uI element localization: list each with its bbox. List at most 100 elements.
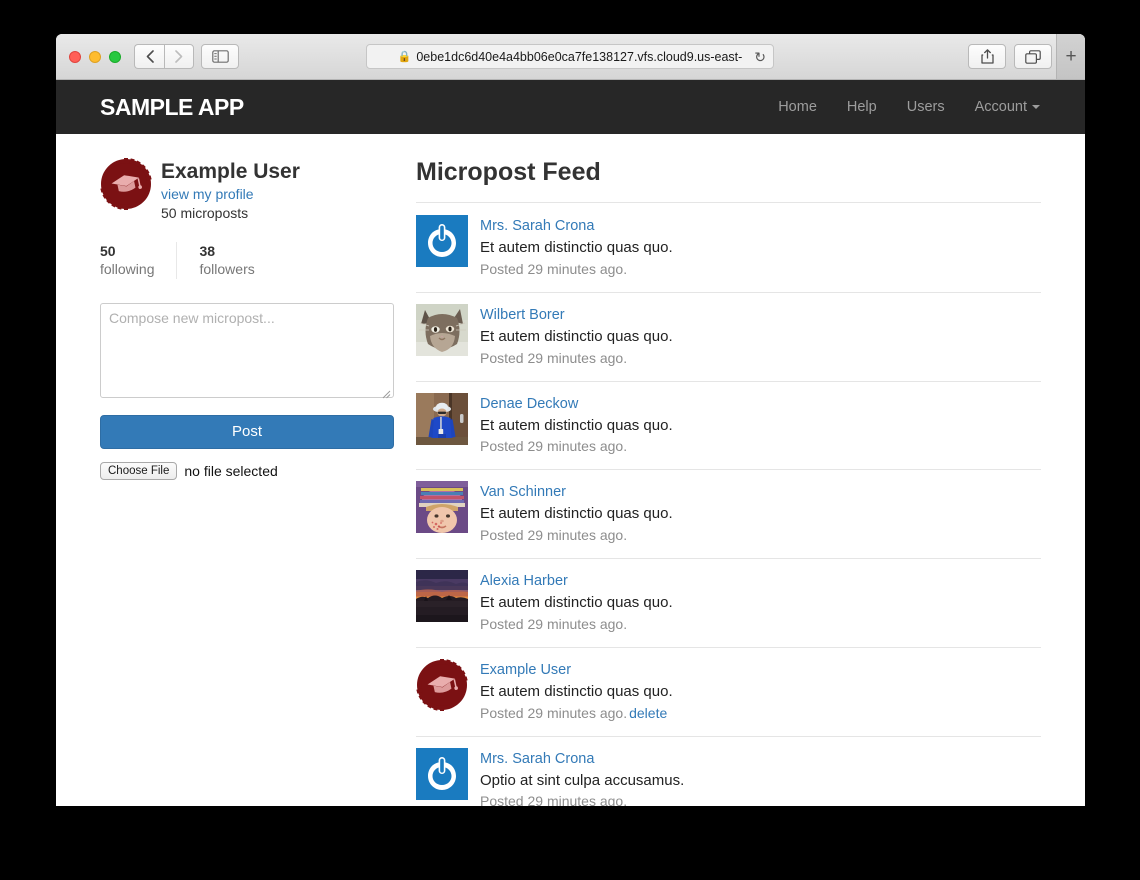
micropost-timestamp: Posted 29 minutes ago.	[480, 260, 628, 277]
chevron-down-icon	[1032, 105, 1040, 110]
page-viewport: SAMPLE APP Home Help Users Account Examp…	[56, 80, 1085, 806]
micropost-meta: Posted 29 minutes ago.	[480, 525, 673, 546]
stat-followers[interactable]: 38 followers	[176, 242, 276, 279]
micropost-item: Mrs. Sarah Crona Et autem distinctio quas…	[416, 202, 1041, 292]
followers-label: followers	[199, 260, 255, 277]
back-button[interactable]	[134, 44, 164, 69]
page-title: Micropost Feed	[416, 158, 601, 186]
maximize-window-button[interactable]	[109, 51, 121, 63]
delete-micropost-link[interactable]: delete	[629, 705, 667, 721]
micropost-meta: Posted 29 minutes ago.	[480, 791, 684, 806]
micropost-content: Optio at sint culpa accusamus.	[480, 771, 685, 789]
reload-button[interactable]: ↻	[754, 49, 766, 66]
micropost-timestamp: Posted 29 minutes ago.	[480, 704, 628, 721]
feed-column: Micropost Feed Mrs. Sarah Crona Et autem …	[395, 158, 1041, 806]
micropost-count: 50 microposts	[161, 205, 249, 222]
choose-file-button[interactable]: Choose File	[100, 461, 178, 480]
followers-count: 38	[199, 243, 216, 260]
close-window-button[interactable]	[69, 51, 81, 63]
micropost-meta: Posted 29 minutes ago.	[480, 614, 673, 635]
person-blue-shirt-photo-icon[interactable]	[416, 393, 468, 445]
micropost-feed-list: Mrs. Sarah Crona Et autem distinctio quas…	[416, 202, 1041, 806]
graduation-cap-gravatar-icon[interactable]	[416, 659, 468, 711]
address-bar[interactable]: 🔒 0ebe1dc6d40e4a4bb06e0ca7fe138127.vfs.c…	[366, 44, 774, 69]
micropost-form: Post Choose File no file selected	[100, 302, 394, 480]
tab-overview-icon	[1025, 49, 1041, 64]
nav-users[interactable]: Users	[907, 99, 945, 115]
view-profile-link[interactable]: view my profile	[161, 184, 300, 204]
micropost-author-link[interactable]: Denae Deckow	[480, 394, 673, 415]
post-button[interactable]: Post	[100, 414, 394, 449]
micropost-timestamp: Posted 29 minutes ago.	[480, 615, 628, 632]
micropost-author-link[interactable]: Example User	[480, 660, 673, 681]
following-label: following	[100, 260, 155, 277]
micropost-meta: Posted 29 minutes ago.	[480, 436, 673, 457]
page-content: Example User view my profile 50 micropos…	[56, 134, 1085, 806]
micropost-item: Wilbert Borer Et autem distinctio quas qu…	[416, 291, 1041, 381]
micropost-meta: Posted 29 minutes ago.	[480, 259, 673, 280]
nav-account[interactable]: Account	[975, 99, 1040, 115]
micropost-item: Denae Deckow Et autem distinctio quas quo…	[416, 380, 1041, 470]
new-tab-button[interactable]: +	[1056, 34, 1085, 79]
micropost-timestamp: Posted 29 minutes ago.	[480, 349, 628, 366]
sunset-landscape-photo-icon[interactable]	[416, 570, 468, 622]
micropost-author-link[interactable]: Mrs. Sarah Crona	[480, 216, 673, 237]
file-upload-row: Choose File no file selected	[100, 461, 380, 480]
micropost-body: Mrs. Sarah Crona Optio at sint culpa accu…	[480, 748, 684, 806]
micropost-author-link[interactable]: Wilbert Borer	[480, 305, 673, 326]
micropost-timestamp: Posted 29 minutes ago.	[480, 438, 628, 455]
nav-help[interactable]: Help	[847, 99, 877, 115]
following-count: 50	[100, 243, 116, 260]
micropost-body: Van Schinner Et autem distinctio quas quo…	[480, 481, 673, 546]
nav-account-label: Account	[974, 99, 1027, 115]
graduation-cap-gravatar-icon	[100, 158, 152, 210]
sidebar: Example User view my profile 50 micropos…	[100, 158, 395, 806]
sidebar-toggle-icon	[211, 50, 229, 63]
stat-following[interactable]: 50 following	[100, 242, 176, 279]
micropost-content: Et autem distinctio quas quo.	[480, 594, 673, 612]
url-text: 0ebe1dc6d40e4a4bb06e0ca7fe138127.vfs.clo…	[416, 49, 743, 64]
micropost-body: Denae Deckow Et autem distinctio quas quo…	[480, 393, 673, 458]
micropost-textarea[interactable]	[100, 302, 394, 398]
lock-icon: 🔒	[397, 51, 412, 63]
micropost-content: Et autem distinctio quas quo.	[480, 239, 673, 257]
micropost-body: Alexia Harber Et autem distinctio quas qu…	[480, 570, 673, 635]
sidebar-toggle-button[interactable]	[201, 44, 239, 69]
new-tab-label: +	[1065, 46, 1077, 67]
chevron-left-icon	[146, 50, 154, 63]
micropost-timestamp: Posted 29 minutes ago.	[480, 527, 628, 544]
micropost-body: Wilbert Borer Et autem distinctio quas qu…	[480, 304, 673, 369]
micropost-author-link[interactable]: Mrs. Sarah Crona	[480, 749, 684, 770]
window-controls	[69, 51, 121, 63]
power-icon-blue-icon[interactable]	[416, 748, 468, 800]
share-button[interactable]	[968, 44, 1006, 69]
micropost-timestamp: Posted 29 minutes ago.	[480, 793, 628, 806]
micropost-author-link[interactable]: Alexia Harber	[480, 571, 673, 592]
file-status-text: no file selected	[184, 462, 278, 479]
micropost-item: Alexia Harber Et autem distinctio quas qu…	[416, 558, 1041, 647]
tab-overview-button[interactable]	[1014, 44, 1052, 69]
micropost-item: Van Schinner Et autem distinctio quas quo…	[416, 469, 1041, 558]
nav-home[interactable]: Home	[778, 99, 817, 115]
browser-window: 🔒 0ebe1dc6d40e4a4bb06e0ca7fe138127.vfs.c…	[56, 34, 1085, 806]
brand-logo[interactable]: SAMPLE APP	[100, 94, 244, 121]
micropost-content: Et autem distinctio quas quo.	[480, 327, 673, 345]
site-navbar: SAMPLE APP Home Help Users Account	[56, 80, 1085, 134]
micropost-item: Example User Et autem distinctio quas quo…	[416, 646, 1041, 736]
compose-field-wrap	[100, 302, 394, 403]
micropost-meta: Posted 29 minutes ago.	[480, 348, 673, 369]
user-stats: 50 following 38 followers	[100, 242, 380, 279]
micropost-body: Example User Et autem distinctio quas quo…	[480, 659, 673, 724]
micropost-body: Mrs. Sarah Crona Et autem distinctio quas…	[480, 215, 673, 280]
forward-button[interactable]	[164, 44, 194, 69]
micropost-content: Et autem distinctio quas quo.	[480, 682, 673, 700]
share-icon	[980, 49, 994, 64]
baby-knit-hat-photo-icon[interactable]	[416, 481, 468, 533]
cat-photo-icon[interactable]	[416, 304, 468, 356]
main-nav: Home Help Users Account	[778, 99, 1040, 115]
micropost-content: Et autem distinctio quas quo.	[480, 505, 673, 523]
user-details: Example User view my profile 50 micropos…	[161, 158, 300, 224]
minimize-window-button[interactable]	[89, 51, 101, 63]
power-icon-blue-icon[interactable]	[416, 215, 468, 267]
micropost-author-link[interactable]: Van Schinner	[480, 482, 673, 503]
